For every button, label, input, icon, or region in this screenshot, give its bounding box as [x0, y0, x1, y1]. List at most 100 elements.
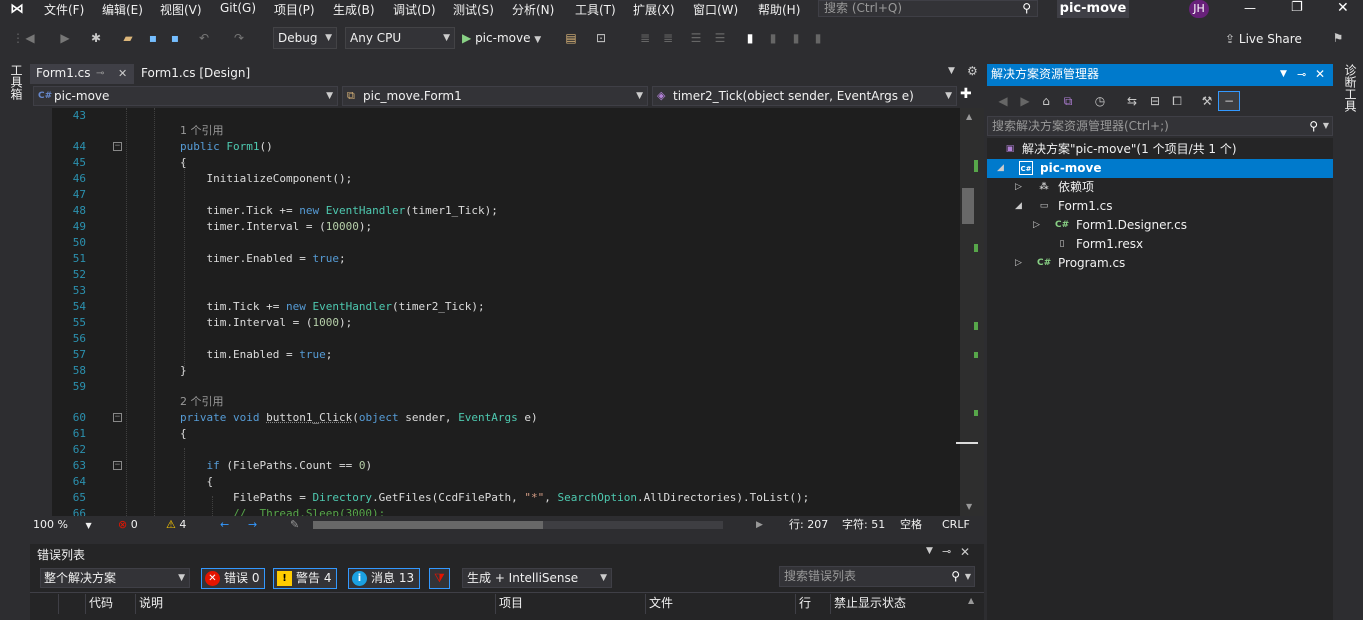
outdent-icon[interactable]: ≣ — [660, 30, 676, 46]
collapsed-icon[interactable]: ▷ — [1033, 216, 1040, 235]
scroll-down-icon[interactable]: ▼ — [966, 502, 972, 511]
menu-git[interactable]: Git(G) — [220, 1, 256, 15]
config-select[interactable]: Debug ▼ — [273, 27, 337, 49]
global-search-input[interactable]: 搜索 (Ctrl+Q) ⚲ — [818, 0, 1038, 17]
menu-debug[interactable]: 调试(D) — [393, 1, 436, 18]
warnings-filter-button[interactable]: ! 警告 4 — [273, 568, 338, 589]
clear-bookmarks-icon[interactable]: ▮ — [810, 30, 826, 46]
show-all-files-icon[interactable]: ⧠ — [1169, 93, 1185, 109]
preview-icon[interactable]: − — [1218, 91, 1240, 111]
pin-icon[interactable]: ⊸ — [942, 545, 951, 558]
toolbox-tab[interactable]: 工具箱 — [8, 64, 25, 100]
error-search-input[interactable]: 搜索错误列表 ⚲ ▼ — [779, 566, 975, 587]
code-lens[interactable]: 2 个引用 — [52, 394, 960, 410]
collapse-all-icon[interactable]: ⊟ — [1147, 93, 1163, 109]
new-project-icon[interactable]: ✱ — [88, 30, 104, 46]
menu-file[interactable]: 文件(F) — [44, 1, 84, 18]
menu-project[interactable]: 项目(P) — [274, 1, 315, 18]
code-editor[interactable]: 43 1 个引用 44 − public Form1() 45 { 46 Initia… — [30, 108, 960, 516]
line-indicator[interactable]: 行: 207 — [789, 517, 828, 533]
solution-search-input[interactable]: 搜索解决方案资源管理器(Ctrl+;) ⚲ ▼ — [987, 116, 1333, 136]
tree-item-form1-designer[interactable]: ▷ C# Form1.Designer.cs — [987, 216, 1333, 235]
save-icon[interactable]: ▪ — [145, 30, 161, 46]
feedback-icon[interactable]: ⚑ — [1330, 30, 1346, 46]
menu-help[interactable]: 帮助(H) — [758, 1, 800, 18]
comment-icon[interactable]: ☰ — [688, 30, 704, 46]
char-indicator[interactable]: 字符: 51 — [842, 517, 885, 533]
collapse-icon[interactable]: − — [113, 413, 122, 422]
menu-tools[interactable]: 工具(T) — [575, 1, 616, 18]
close-tab-icon[interactable]: ✕ — [118, 64, 127, 83]
live-share-button[interactable]: ⇪ Live Share — [1225, 30, 1315, 48]
restore-icon[interactable]: ❐ — [1291, 0, 1307, 15]
menu-edit[interactable]: 编辑(E) — [102, 1, 143, 18]
column-header-description[interactable]: 说明 — [135, 594, 495, 614]
run-button[interactable]: ▶ pic-move ▼ — [462, 28, 554, 48]
save-all-icon[interactable]: ▪ — [167, 30, 183, 46]
project-nav-select[interactable]: C# pic-move ▼ — [33, 86, 338, 106]
nav-back-icon[interactable]: ← — [220, 517, 229, 533]
tree-item-dependencies[interactable]: ▷ ⁂ 依赖项 — [987, 178, 1333, 197]
platform-select[interactable]: Any CPU ▼ — [345, 27, 455, 49]
redo-icon[interactable]: ↷ — [231, 30, 247, 46]
zoom-select[interactable]: 100 % ▼ — [33, 517, 93, 533]
menu-test[interactable]: 测试(S) — [453, 1, 494, 18]
menu-extensions[interactable]: 扩展(X) — [633, 1, 675, 18]
forward-icon[interactable]: ▶ — [1017, 93, 1033, 109]
tab-form1-cs[interactable]: Form1.cs ⊸ ✕ — [30, 64, 134, 84]
pin-icon[interactable]: ⊸ — [96, 64, 104, 83]
menu-build[interactable]: 生成(B) — [333, 1, 375, 18]
pin-icon[interactable]: ⊸ — [1297, 64, 1306, 85]
browse-folder-icon[interactable]: ▤ — [563, 30, 579, 46]
tree-item-form1[interactable]: ◢ ▭ Form1.cs — [987, 197, 1333, 216]
scope-select[interactable]: 整个解决方案 ▼ — [40, 568, 190, 588]
scroll-up-icon[interactable]: ▲ — [966, 112, 972, 121]
expanded-icon[interactable]: ◢ — [997, 159, 1004, 178]
uncomment-icon[interactable]: ☰ — [712, 30, 728, 46]
expanded-icon[interactable]: ◢ — [1015, 197, 1022, 216]
menu-view[interactable]: 视图(V) — [160, 1, 202, 18]
collapse-icon[interactable]: − — [113, 461, 122, 470]
build-filter-select[interactable]: 生成 + IntelliSense ▼ — [462, 568, 612, 588]
gear-icon[interactable]: ⚙ — [967, 64, 978, 78]
tree-item-program[interactable]: ▷ C# Program.cs — [987, 254, 1333, 273]
column-header-code[interactable]: 代码 — [85, 594, 135, 614]
collapsed-icon[interactable]: ▷ — [1015, 178, 1022, 197]
wrench-icon[interactable]: ⚒ — [1199, 93, 1215, 109]
minimize-icon[interactable]: — — [1244, 1, 1260, 15]
close-panel-icon[interactable]: ✕ — [960, 545, 970, 559]
column-header-blank[interactable] — [58, 594, 85, 614]
menu-window[interactable]: 窗口(W) — [693, 1, 738, 18]
collapsed-icon[interactable]: ▷ — [1015, 254, 1022, 273]
vs-logo-icon[interactable]: ⋈ — [10, 1, 32, 17]
menu-analyze[interactable]: 分析(N) — [512, 1, 554, 18]
column-header-suppression[interactable]: 禁止显示状态 — [830, 594, 956, 614]
brush-icon[interactable]: ✎ — [290, 517, 299, 533]
messages-filter-button[interactable]: i 消息 13 — [348, 568, 421, 589]
navigate-forward-icon[interactable]: ▶ — [57, 30, 73, 46]
sync-icon[interactable]: ⇆ — [1124, 93, 1140, 109]
avatar[interactable]: JH — [1189, 0, 1209, 18]
bookmark-icon[interactable]: ▮ — [742, 30, 758, 46]
browser-link-icon[interactable]: ⊡ — [593, 30, 609, 46]
split-editor-icon[interactable]: ✚ — [960, 86, 972, 102]
errors-filter-button[interactable]: ✕ 错误 0 — [201, 568, 266, 589]
tab-overflow-icon[interactable]: ▼ — [948, 66, 955, 76]
column-header-file[interactable]: 文件 — [645, 594, 795, 614]
next-bookmark-icon[interactable]: ▮ — [788, 30, 804, 46]
indent-icon[interactable]: ≣ — [637, 30, 653, 46]
editor-vertical-scrollbar[interactable]: ▲ ▼ — [956, 108, 984, 516]
close-panel-icon[interactable]: ✕ — [1315, 64, 1325, 85]
scroll-right-icon[interactable]: ▶ — [756, 517, 763, 533]
scroll-up-icon[interactable]: ▲ — [968, 596, 974, 605]
scroll-thumb[interactable] — [962, 188, 974, 224]
eol-indicator[interactable]: CRLF — [942, 517, 970, 533]
pending-changes-icon[interactable]: ◷ — [1092, 93, 1108, 109]
panel-menu-icon[interactable]: ▼ — [926, 546, 933, 556]
switch-views-icon[interactable]: ⧉ — [1060, 93, 1076, 109]
tab-form1-design[interactable]: Form1.cs [Design] — [135, 64, 255, 84]
close-window-icon[interactable]: ✕ — [1337, 0, 1353, 16]
undo-icon[interactable]: ↶ — [196, 30, 212, 46]
column-header-project[interactable]: 项目 — [495, 594, 645, 614]
indent-mode-indicator[interactable]: 空格 — [900, 517, 922, 533]
